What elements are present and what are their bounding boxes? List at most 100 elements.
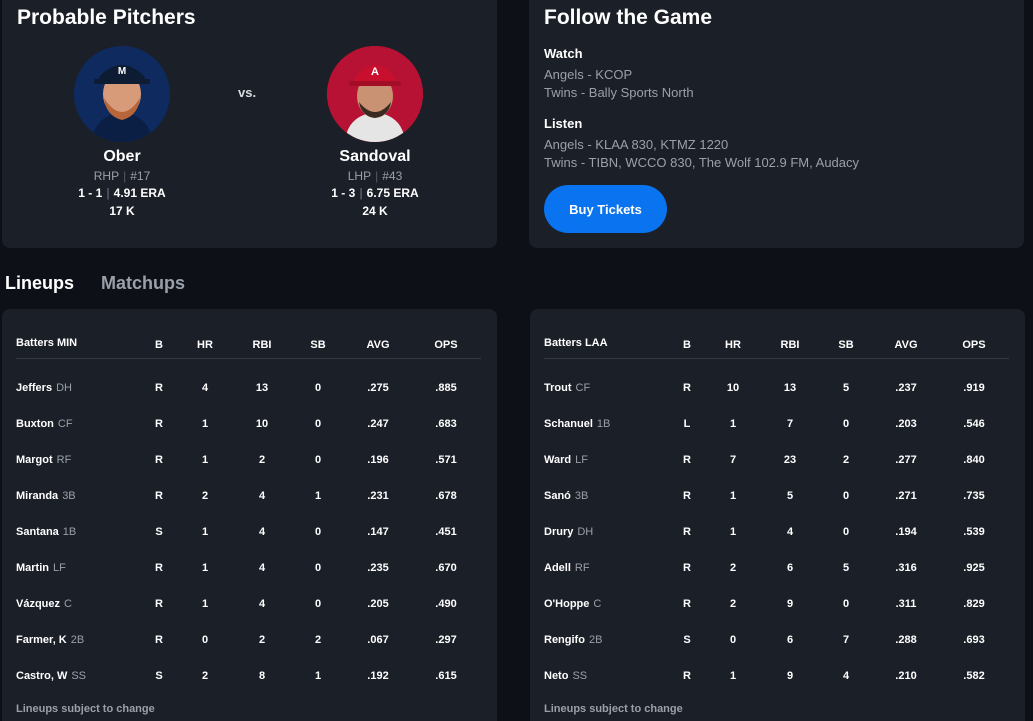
watch-item: Twins - Bally Sports North <box>544 85 694 100</box>
cell-avg: .231 <box>367 490 389 502</box>
player-name[interactable]: Farmer, K <box>16 634 67 646</box>
player-cell[interactable]: Rengifo 2B <box>544 634 602 646</box>
cell-ops: .678 <box>435 490 457 502</box>
lineup-title: Batters LAA <box>544 337 608 349</box>
lineup-table-header: Batters LAA B HR RBI SB AVG OPS <box>544 325 1009 359</box>
cell-hr: 2 <box>729 598 737 610</box>
player-cell[interactable]: Drury DH <box>544 526 593 538</box>
cell-rbi: 2 <box>258 634 266 646</box>
pitcher-avatar-away[interactable]: A <box>327 46 423 142</box>
cell-b: R <box>155 598 163 610</box>
column-header-hr: HR <box>725 339 741 351</box>
player-cell[interactable]: O'Hoppe C <box>544 598 601 610</box>
listen-item: Angels - KLAA 830, KTMZ 1220 <box>544 137 729 152</box>
cell-rbi: 4 <box>258 598 266 610</box>
column-header-ops: OPS <box>434 339 458 351</box>
cell-rbi: 2 <box>258 454 266 466</box>
cell-b: L <box>683 418 691 430</box>
player-cell[interactable]: Santana 1B <box>16 526 76 538</box>
pitcher-home[interactable]: M Ober RHP | #17 1 - 1 | 4.91 ERA 17 K <box>42 46 202 218</box>
cell-avg: .194 <box>895 526 917 538</box>
cell-hr: 2 <box>729 562 737 574</box>
player-cell[interactable]: Adell RF <box>544 562 590 574</box>
cell-sb: 0 <box>314 598 322 610</box>
cell-sb: 0 <box>842 418 850 430</box>
pitcher-avatar-home[interactable]: M <box>74 46 170 142</box>
cell-b: S <box>155 526 163 538</box>
player-name[interactable]: Martin <box>16 562 49 574</box>
tab-lineups[interactable]: Lineups <box>5 273 74 294</box>
player-cell[interactable]: Ward LF <box>544 454 588 466</box>
player-cell[interactable]: Margot RF <box>16 454 71 466</box>
pitcher-era: 6.75 ERA <box>366 186 419 200</box>
player-cell[interactable]: Miranda 3B <box>16 490 76 502</box>
player-cell[interactable]: Trout CF <box>544 382 590 394</box>
table-row: Ward LF R 7 23 2 .277 .840 <box>544 431 1009 467</box>
cell-avg: .311 <box>895 598 917 610</box>
cell-avg: .147 <box>367 526 389 538</box>
player-cell[interactable]: Vázquez C <box>16 598 72 610</box>
tab-matchups[interactable]: Matchups <box>101 273 185 294</box>
lineup-rows: Trout CF R 10 13 5.237.919 Schanuel 1B L 1 7 0.203… <box>544 359 1009 683</box>
player-cell[interactable]: Farmer, K 2B <box>16 634 84 646</box>
player-position: 1B <box>62 526 77 538</box>
player-name[interactable]: Buxton <box>16 418 54 430</box>
cell-sb: 0 <box>842 490 850 502</box>
player-cell[interactable]: Jeffers DH <box>16 382 72 394</box>
column-header-sb: SB <box>310 339 326 351</box>
player-name[interactable]: Vázquez <box>16 598 60 610</box>
pitcher-number: #43 <box>382 169 403 183</box>
player-name[interactable]: Margot <box>16 454 53 466</box>
cell-ops: .829 <box>963 598 985 610</box>
player-cell[interactable]: Schanuel 1B <box>544 418 610 430</box>
cell-b: R <box>683 598 691 610</box>
player-position: 2B <box>588 634 603 646</box>
follow-the-game-card: Follow the Game Watch Angels - KCOP Twin… <box>529 0 1024 248</box>
player-cell[interactable]: Sanó 3B <box>544 490 588 502</box>
table-row: Sanó 3B R 1 5 0 .271 .735 <box>544 467 1009 503</box>
cell-ops: .925 <box>963 562 985 574</box>
player-name[interactable]: O'Hoppe <box>544 598 589 610</box>
cell-ops: .670 <box>435 562 457 574</box>
player-name[interactable]: Trout <box>544 382 572 394</box>
player-name[interactable]: Drury <box>544 526 573 538</box>
player-position: 2B <box>70 634 85 646</box>
table-row: Jeffers DH R 4 13 0 .275 .885 <box>16 359 481 395</box>
cell-sb: 0 <box>314 382 322 394</box>
lineup-note: Lineups subject to change <box>544 703 683 715</box>
svg-text:M: M <box>118 66 126 77</box>
player-name[interactable]: Santana <box>16 526 59 538</box>
table-row: Santana 1B S 1 4 0 .147 .451 <box>16 503 481 539</box>
player-name[interactable]: Miranda <box>16 490 58 502</box>
table-row: Drury DH R 1 4 0 .194 .539 <box>544 503 1009 539</box>
cell-avg: .247 <box>367 418 389 430</box>
cell-rbi: 13 <box>783 382 797 394</box>
player-name[interactable]: Neto <box>544 670 568 682</box>
cell-ops: .546 <box>963 418 985 430</box>
pitcher-away[interactable]: A Sandoval LHP | #43 1 - 3 | 6.75 ERA 24 K <box>295 46 455 218</box>
probable-pitchers-card: Probable Pitchers M Ober RHP | #17 1 - 1 | 4… <box>2 0 497 248</box>
player-cell[interactable]: Neto SS <box>544 670 587 682</box>
cell-rbi: 9 <box>786 670 794 682</box>
pitcher-name[interactable]: Sandoval <box>295 148 455 166</box>
player-name[interactable]: Adell <box>544 562 571 574</box>
pitcher-info: RHP | #17 <box>42 169 202 183</box>
player-cell[interactable]: Buxton CF <box>16 418 73 430</box>
buy-tickets-button[interactable]: Buy Tickets <box>544 185 667 233</box>
player-name[interactable]: Ward <box>544 454 571 466</box>
player-name[interactable]: Sanó <box>544 490 571 502</box>
cell-avg: .237 <box>895 382 917 394</box>
player-name[interactable]: Castro, W <box>16 670 67 682</box>
player-name[interactable]: Jeffers <box>16 382 52 394</box>
player-name[interactable]: Schanuel <box>544 418 593 430</box>
cell-hr: 1 <box>201 562 209 574</box>
pitcher-era: 4.91 ERA <box>113 186 166 200</box>
player-name[interactable]: Rengifo <box>544 634 585 646</box>
cell-avg: .067 <box>367 634 389 646</box>
player-cell[interactable]: Martin LF <box>16 562 66 574</box>
cell-b: R <box>683 454 691 466</box>
cell-sb: 4 <box>842 670 850 682</box>
player-cell[interactable]: Castro, W SS <box>16 670 86 682</box>
pitcher-name[interactable]: Ober <box>42 148 202 166</box>
cell-hr: 0 <box>201 634 209 646</box>
